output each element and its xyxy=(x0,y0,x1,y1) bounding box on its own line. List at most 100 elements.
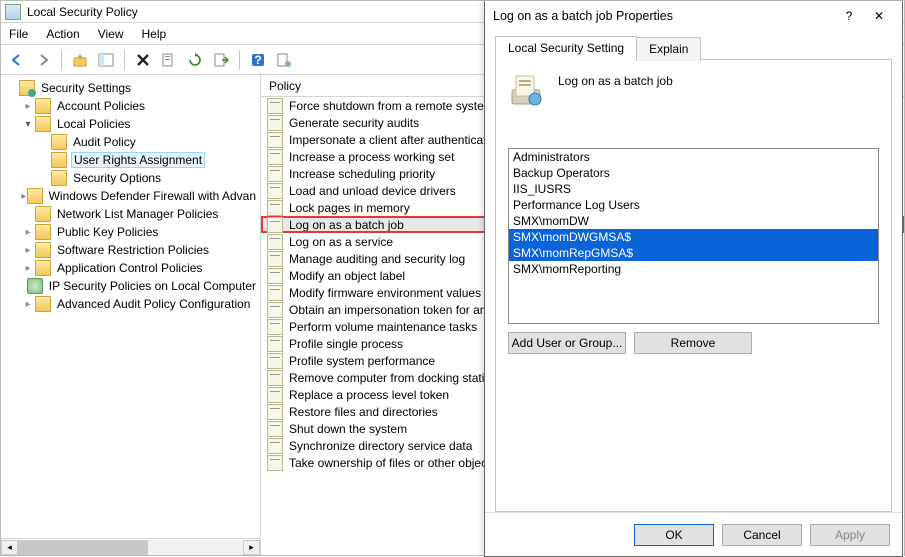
policy-icon xyxy=(267,268,283,284)
user-list-item[interactable]: SMX\momDW xyxy=(509,213,878,229)
folder-icon xyxy=(35,224,51,240)
policy-label: Obtain an impersonation token for an xyxy=(289,303,486,317)
menu-file[interactable]: File xyxy=(9,27,28,41)
tree-expand-icon[interactable] xyxy=(21,119,35,130)
tree-item-label: Security Options xyxy=(71,171,163,185)
user-group-listbox[interactable]: AdministratorsBackup OperatorsIIS_IUSRSP… xyxy=(508,148,879,324)
folder-icon xyxy=(51,152,67,168)
scroll-track[interactable] xyxy=(18,540,243,555)
tree-expand-icon[interactable] xyxy=(21,245,35,256)
dialog-close-button[interactable]: ✕ xyxy=(864,5,894,27)
folder-icon xyxy=(51,170,67,186)
tree-item[interactable]: User Rights Assignment xyxy=(3,151,258,169)
window-title: Local Security Policy xyxy=(27,5,138,19)
user-list-item[interactable]: Backup Operators xyxy=(509,165,878,181)
tree-item-label: Account Policies xyxy=(55,99,147,113)
user-list-item[interactable]: SMX\momDWGMSA$ xyxy=(509,229,878,245)
security-settings-tree[interactable]: Security Settings Account Policies Local P… xyxy=(1,75,260,538)
policy-icon xyxy=(267,455,283,471)
policy-icon xyxy=(267,438,283,454)
user-list-buttons: Add User or Group... Remove xyxy=(508,332,879,354)
properties-button[interactable] xyxy=(157,48,181,72)
menu-view[interactable]: View xyxy=(98,27,124,41)
tab-local-security-setting[interactable]: Local Security Setting xyxy=(495,36,637,60)
menu-help[interactable]: Help xyxy=(142,27,167,41)
folder-icon xyxy=(35,116,51,132)
policy-label: Profile system performance xyxy=(289,354,435,368)
dialog-title: Log on as a batch job Properties xyxy=(493,9,673,23)
menu-action[interactable]: Action xyxy=(46,27,79,41)
tree-expand-icon[interactable] xyxy=(21,191,27,202)
cancel-button[interactable]: Cancel xyxy=(722,524,802,546)
user-list-item[interactable]: IIS_IUSRS xyxy=(509,181,878,197)
tree-item[interactable]: Account Policies xyxy=(3,97,258,115)
user-list-item[interactable]: Administrators xyxy=(509,149,878,165)
tree-expand-icon[interactable] xyxy=(21,263,35,274)
help-button[interactable]: ? xyxy=(246,48,270,72)
policy-label: Synchronize directory service data xyxy=(289,439,472,453)
dialog-footer: OK Cancel Apply xyxy=(485,512,902,556)
policy-label: Remove computer from docking stati xyxy=(289,371,484,385)
dialog-help-button[interactable]: ? xyxy=(834,5,864,27)
toolbar-extra-button[interactable] xyxy=(272,48,296,72)
tree-item[interactable]: Windows Defender Firewall with Advan xyxy=(3,187,258,205)
refresh-button[interactable] xyxy=(183,48,207,72)
export-list-button[interactable] xyxy=(209,48,233,72)
scroll-thumb[interactable] xyxy=(18,540,148,555)
policy-icon xyxy=(267,302,283,318)
tree-item[interactable]: Audit Policy xyxy=(3,133,258,151)
policy-label: Replace a process level token xyxy=(289,388,449,402)
user-list-item[interactable]: Performance Log Users xyxy=(509,197,878,213)
tab-panel-local-security-setting: Log on as a batch job AdministratorsBack… xyxy=(495,60,892,512)
back-button[interactable] xyxy=(5,48,29,72)
policy-icon xyxy=(267,149,283,165)
policy-icon xyxy=(267,200,283,216)
delete-button[interactable] xyxy=(131,48,155,72)
dialog-title-bar: Log on as a batch job Properties ? ✕ xyxy=(485,1,902,31)
show-hide-tree-button[interactable] xyxy=(94,48,118,72)
toolbar-separator xyxy=(239,50,240,70)
user-list-item[interactable]: SMX\momRepGMSA$ xyxy=(509,245,878,261)
user-list-item[interactable]: SMX\momReporting xyxy=(509,261,878,277)
tree-item[interactable]: Application Control Policies xyxy=(3,259,258,277)
ok-button[interactable]: OK xyxy=(634,524,714,546)
tree-horizontal-scrollbar[interactable]: ◂ ▸ xyxy=(1,538,260,555)
tree-expand-icon[interactable] xyxy=(21,101,35,112)
tree-item[interactable]: Advanced Audit Policy Configuration xyxy=(3,295,258,313)
up-button[interactable] xyxy=(68,48,92,72)
forward-button[interactable] xyxy=(31,48,55,72)
tree-item[interactable]: Public Key Policies xyxy=(3,223,258,241)
app-icon xyxy=(5,4,21,20)
tree-item-label: Public Key Policies xyxy=(55,225,160,239)
tab-explain[interactable]: Explain xyxy=(636,37,701,61)
tree-item[interactable]: Software Restriction Policies xyxy=(3,241,258,259)
policy-icon xyxy=(267,166,283,182)
tree-item[interactable]: Local Policies xyxy=(3,115,258,133)
tree-item-label: Advanced Audit Policy Configuration xyxy=(55,297,252,311)
policy-label: Increase a process working set xyxy=(289,150,454,164)
tree-item[interactable]: Security Options xyxy=(3,169,258,187)
tree-expand-icon[interactable] xyxy=(21,227,35,238)
tree-item[interactable]: Security Settings xyxy=(3,79,258,97)
tree-expand-icon[interactable] xyxy=(21,299,35,310)
policy-label: Impersonate a client after authenticati xyxy=(289,133,489,147)
folder-icon xyxy=(35,98,51,114)
add-user-or-group-button[interactable]: Add User or Group... xyxy=(508,332,626,354)
tree-item-label: User Rights Assignment xyxy=(71,152,205,168)
scroll-right-button[interactable]: ▸ xyxy=(243,540,260,555)
properties-dialog: Log on as a batch job Properties ? ✕ Loc… xyxy=(484,1,903,557)
tree-item[interactable]: Network List Manager Policies xyxy=(3,205,258,223)
scroll-left-button[interactable]: ◂ xyxy=(1,540,18,555)
tree-item[interactable]: IP Security Policies on Local Computer xyxy=(3,277,258,295)
remove-button[interactable]: Remove xyxy=(634,332,752,354)
policy-label: Modify firmware environment values xyxy=(289,286,481,300)
help-icon: ? xyxy=(846,9,853,23)
column-policy[interactable]: Policy xyxy=(269,79,301,93)
policy-label: Load and unload device drivers xyxy=(289,184,456,198)
tree-item-label: Network List Manager Policies xyxy=(55,207,220,221)
tree-item-label: Audit Policy xyxy=(71,135,138,149)
policy-label: Restore files and directories xyxy=(289,405,438,419)
policy-icon xyxy=(267,370,283,386)
policy-label: Take ownership of files or other objects xyxy=(289,456,496,470)
policy-label: Manage auditing and security log xyxy=(289,252,465,266)
